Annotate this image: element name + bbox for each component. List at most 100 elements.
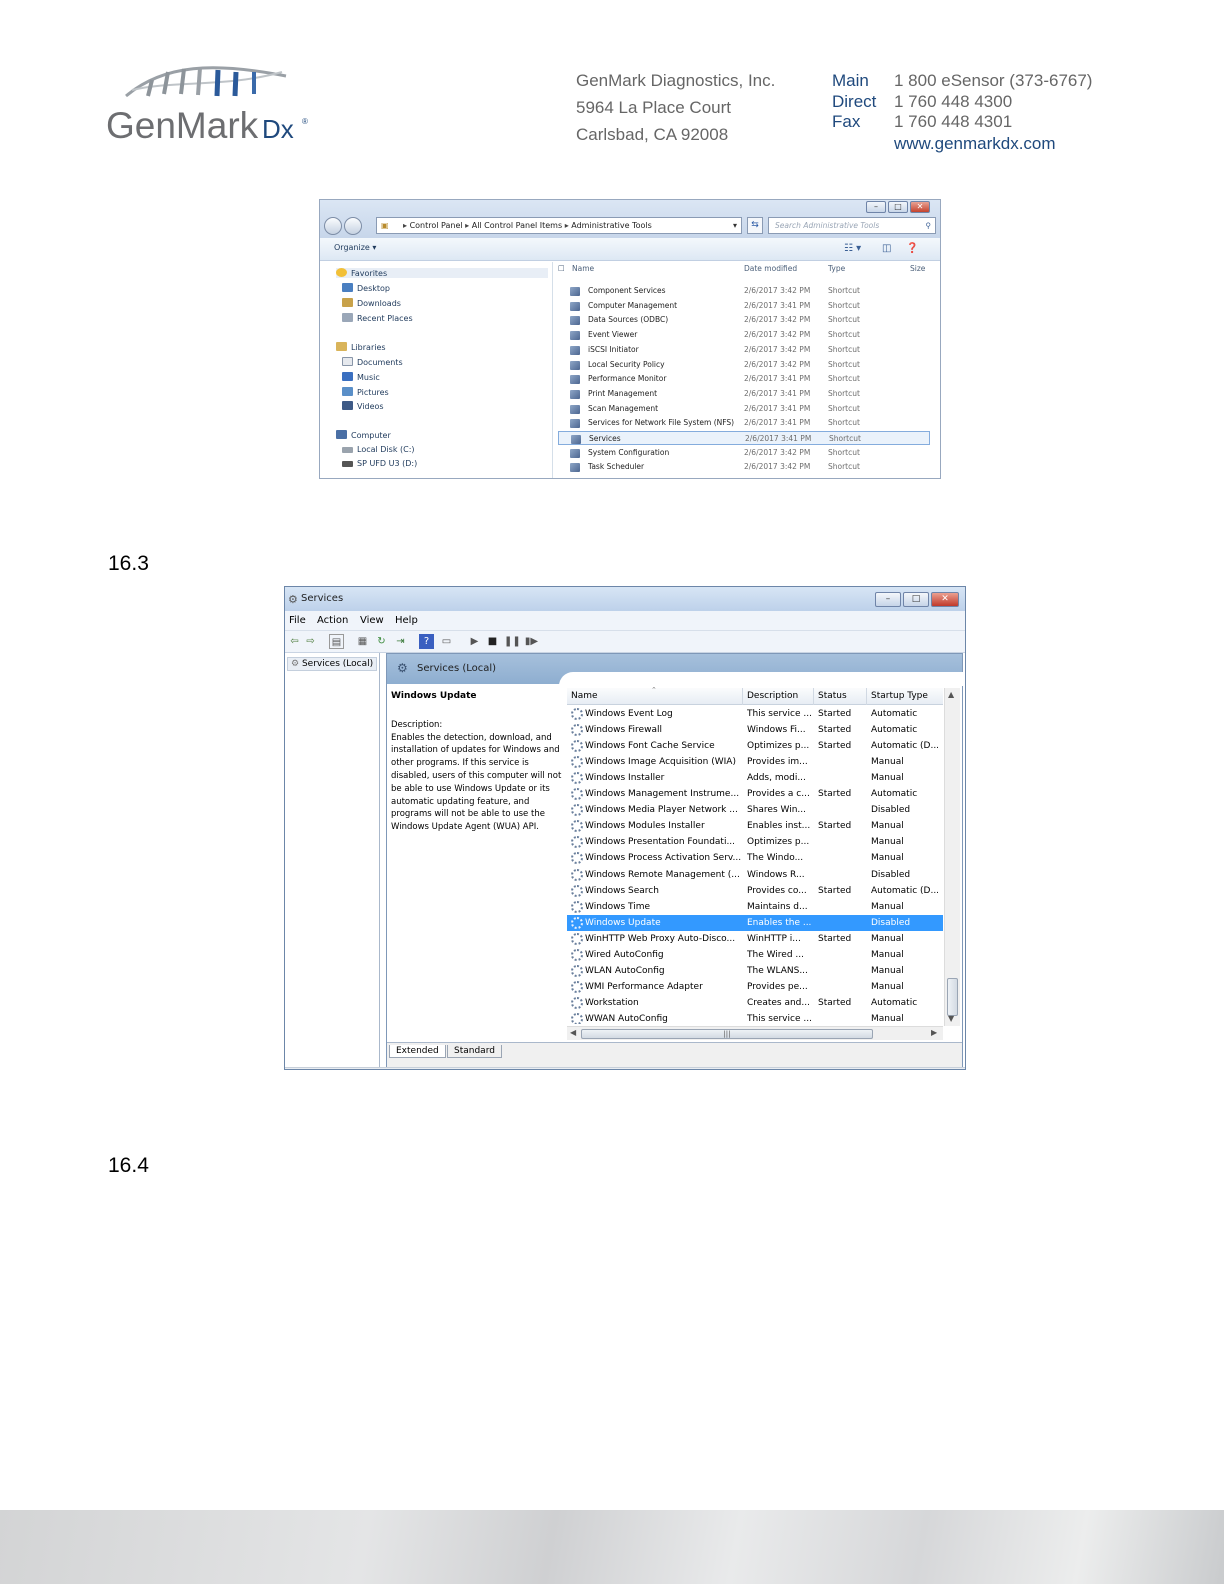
minimize-button[interactable]: – (866, 201, 886, 213)
service-row[interactable]: Windows Image Acquisition (WIA) Provides … (567, 754, 943, 770)
column-name[interactable]: Name (571, 691, 598, 701)
service-row[interactable]: WMI Performance Adapter Provides pe... Man… (567, 979, 943, 995)
console-tree-icon[interactable]: ▤ (329, 634, 344, 649)
nav-music[interactable]: Music (342, 372, 380, 382)
column-date-modified[interactable]: Date modified (744, 264, 797, 273)
forward-arrow-icon[interactable]: ⇨ (303, 634, 318, 649)
scroll-up-icon[interactable]: ▲ (948, 690, 954, 699)
nav-libraries[interactable]: Libraries (336, 342, 386, 352)
service-row[interactable]: Windows Update Enables the ... Disabled (567, 914, 943, 931)
horizontal-scrollbar[interactable]: ◀ ||| ▶ (567, 1026, 943, 1040)
nav-recent-places[interactable]: Recent Places (342, 313, 413, 323)
address-dropdown-icon[interactable]: ▾ (733, 218, 737, 233)
service-row[interactable]: Workstation Creates and... Started Automati… (567, 995, 943, 1011)
scroll-right-icon[interactable]: ▶ (931, 1028, 937, 1037)
nav-favorites[interactable]: Favorites (336, 268, 548, 278)
views-icon[interactable]: ☷ ▾ (844, 243, 861, 254)
service-row[interactable]: Windows Management Instrume... Provides a… (567, 786, 943, 802)
menu-help[interactable]: Help (395, 615, 418, 626)
search-input[interactable]: Search Administrative Tools ⚲ (768, 217, 936, 234)
export-list-icon[interactable]: ⇥ (393, 634, 408, 649)
menu-view[interactable]: View (360, 615, 384, 626)
file-row[interactable]: Performance Monitor 2/6/2017 3:41 PM Short… (558, 372, 930, 386)
file-row[interactable]: Print Management 2/6/2017 3:41 PM Shortcut (558, 387, 930, 401)
column-description[interactable]: Description (747, 691, 798, 701)
service-row[interactable]: Windows Process Activation Serv... The Wi… (567, 850, 943, 866)
back-button[interactable] (324, 217, 342, 235)
file-row[interactable]: Computer Management 2/6/2017 3:41 PM Short… (558, 299, 930, 313)
services-minimize-button[interactable]: – (875, 592, 901, 607)
nav-desktop[interactable]: Desktop (342, 283, 390, 293)
tab-standard[interactable]: Standard (447, 1045, 502, 1058)
show-hide-pane-icon[interactable]: ▭ (439, 634, 454, 649)
vertical-scroll-thumb[interactable] (947, 978, 958, 1016)
service-row[interactable]: Windows Media Player Network ... Shares W… (567, 802, 943, 818)
properties-icon[interactable]: ▦ (355, 634, 370, 649)
vertical-scrollbar[interactable]: ▲ ▼ (944, 688, 960, 1026)
maximize-button[interactable]: □ (888, 201, 908, 213)
nav-usb-drive[interactable]: SP UFD U3 (D:) (342, 459, 417, 468)
service-row[interactable]: WLAN AutoConfig The WLANS... Manual (567, 963, 943, 979)
forward-button[interactable] (344, 217, 362, 235)
scroll-left-icon[interactable]: ◀ (570, 1028, 576, 1037)
services-close-button[interactable]: ✕ (931, 592, 959, 607)
file-row[interactable]: iSCSI Initiator 2/6/2017 3:42 PM Shortcut (558, 343, 930, 357)
file-row[interactable]: Task Scheduler 2/6/2017 3:42 PM Shortcut (558, 460, 930, 474)
address-bar[interactable]: ▣ ▸ Control Panel ▸ All Control Panel It… (376, 217, 742, 234)
website-link[interactable]: www.genmarkdx.com (894, 134, 1056, 154)
column-type[interactable]: Type (828, 264, 845, 273)
service-row[interactable]: Windows Installer Adds, modi... Manual (567, 770, 943, 786)
file-row[interactable]: Services 2/6/2017 3:41 PM Shortcut (558, 431, 930, 445)
horizontal-scroll-thumb[interactable]: ||| (581, 1029, 873, 1039)
service-row[interactable]: Windows Event Log This service ... Started… (567, 706, 943, 722)
file-row[interactable]: Services for Network File System (NFS) 2/… (558, 416, 930, 430)
services-maximize-button[interactable]: □ (903, 592, 929, 607)
back-arrow-icon[interactable]: ⇦ (287, 634, 302, 649)
search-icon[interactable]: ⚲ (926, 218, 932, 233)
nav-downloads[interactable]: Downloads (342, 298, 401, 308)
organize-button[interactable]: Organize ▾ (334, 243, 376, 252)
column-name[interactable]: Name (572, 264, 594, 273)
file-row[interactable]: Data Sources (ODBC) 2/6/2017 3:42 PM Short… (558, 313, 930, 327)
breadcrumb-all-items[interactable]: All Control Panel Items (472, 221, 562, 230)
column-status[interactable]: Status (818, 691, 847, 701)
menu-file[interactable]: File (289, 615, 306, 626)
nav-computer[interactable]: Computer (336, 430, 391, 440)
service-row[interactable]: WWAN AutoConfig This service ... Manual (567, 1011, 943, 1024)
service-row[interactable]: WinHTTP Web Proxy Auto-Disco... WinHTTP i… (567, 931, 943, 947)
tab-extended[interactable]: Extended (389, 1045, 446, 1058)
file-row[interactable]: Local Security Policy 2/6/2017 3:42 PM Sho… (558, 358, 930, 372)
select-all-checkbox[interactable]: ☐ (558, 264, 565, 273)
stop-service-icon[interactable]: ■ (485, 634, 500, 649)
breadcrumb-admin-tools[interactable]: Administrative Tools (571, 221, 651, 230)
nav-local-disk[interactable]: Local Disk (C:) (342, 445, 415, 454)
help-icon[interactable]: ❓ (906, 243, 918, 254)
service-row[interactable]: Windows Font Cache Service Optimizes p...… (567, 738, 943, 754)
nav-pictures[interactable]: Pictures (342, 387, 389, 397)
file-row[interactable]: Event Viewer 2/6/2017 3:42 PM Shortcut (558, 328, 930, 342)
scroll-down-icon[interactable]: ▼ (948, 1014, 954, 1023)
service-row[interactable]: Windows Remote Management (... Windows R.… (567, 867, 943, 883)
preview-pane-icon[interactable]: ◫ (882, 243, 891, 254)
close-button[interactable]: ✕ (910, 201, 930, 213)
service-row[interactable]: Windows Firewall Windows Fi... Started Auto… (567, 722, 943, 738)
file-row[interactable]: System Configuration 2/6/2017 3:42 PM Shor… (558, 446, 930, 460)
column-size[interactable]: Size (910, 264, 925, 273)
refresh-icon[interactable]: ⇆ (747, 217, 763, 234)
service-row[interactable]: Windows Time Maintains d... Manual (567, 899, 943, 915)
help-icon[interactable]: ? (419, 634, 434, 649)
restart-service-icon[interactable]: ▮▶ (524, 634, 539, 649)
service-row[interactable]: Windows Presentation Foundati... Optimize… (567, 834, 943, 850)
column-startup-type[interactable]: Startup Type (871, 691, 928, 701)
refresh-icon[interactable]: ↻ (374, 634, 389, 649)
service-row[interactable]: Windows Search Provides co... Started Autom… (567, 883, 943, 899)
service-row[interactable]: Wired AutoConfig The Wired ... Manual (567, 947, 943, 963)
menu-action[interactable]: Action (317, 615, 348, 626)
file-row[interactable]: Scan Management 2/6/2017 3:41 PM Shortcut (558, 402, 930, 416)
pause-service-icon[interactable]: ❚❚ (504, 634, 521, 649)
nav-documents[interactable]: Documents (342, 357, 403, 367)
file-row[interactable]: Component Services 2/6/2017 3:42 PM Shortc… (558, 284, 930, 298)
start-service-icon[interactable]: ▶ (467, 634, 482, 649)
service-row[interactable]: Windows Modules Installer Enables inst...… (567, 818, 943, 834)
breadcrumb-control-panel[interactable]: Control Panel (410, 221, 463, 230)
